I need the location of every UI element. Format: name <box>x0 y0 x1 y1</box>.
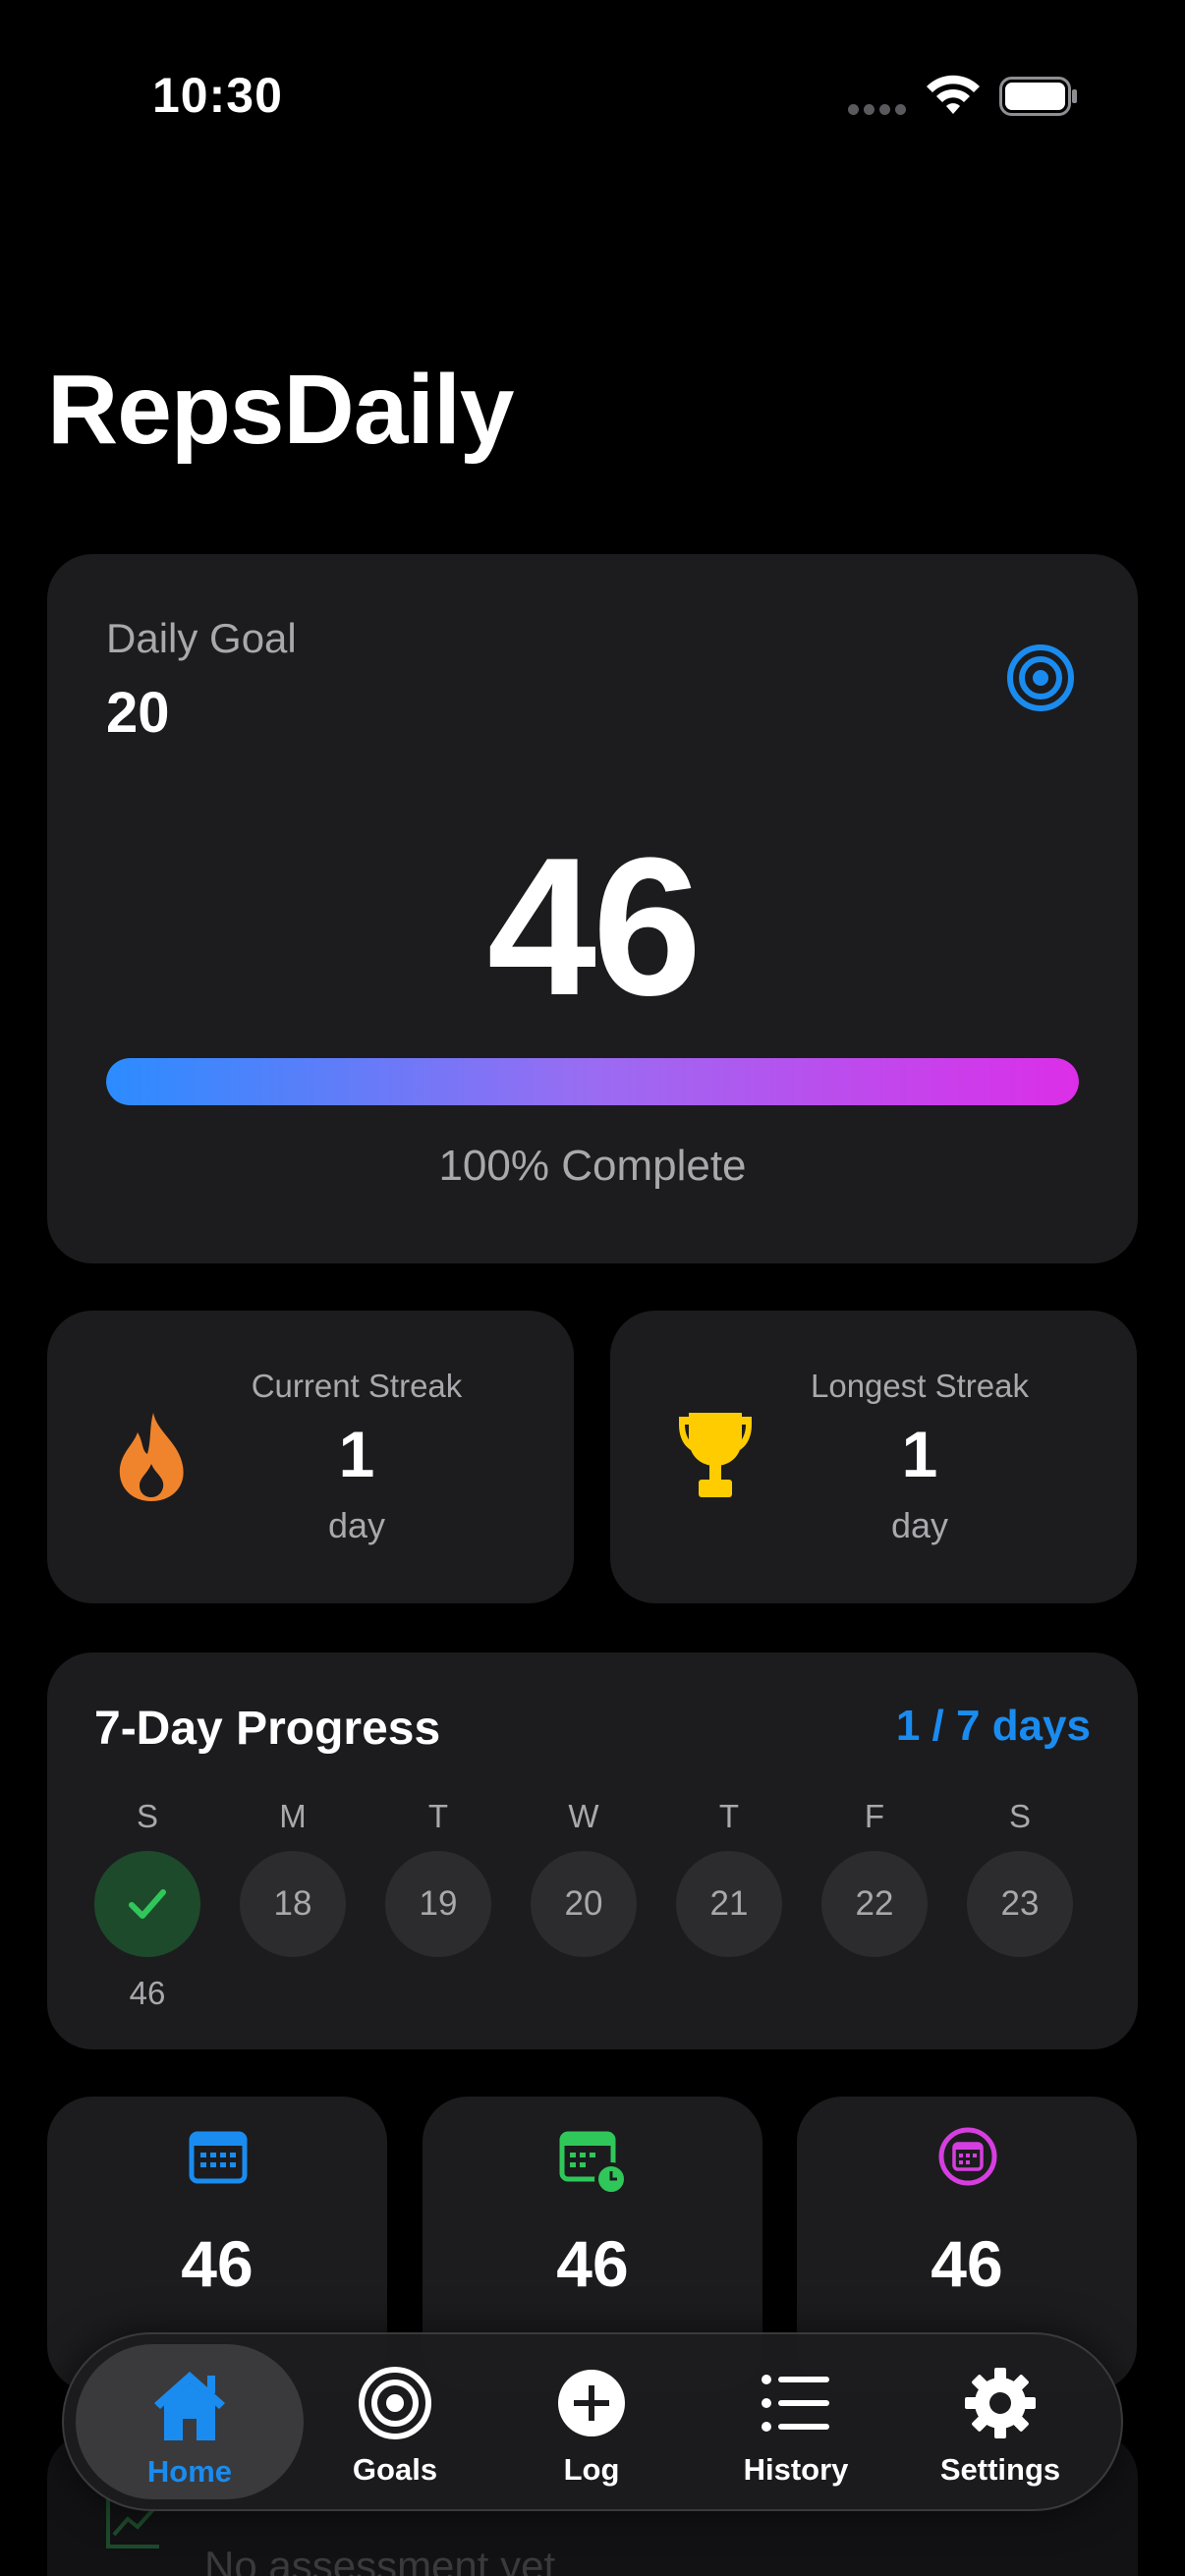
day-letter: M <box>279 1798 307 1834</box>
day-letter: T <box>427 1798 449 1834</box>
battery-icon <box>999 77 1077 116</box>
tab-goals[interactable]: Goals <box>297 2334 493 2509</box>
day-reps <box>239 1975 347 2014</box>
calendar-clock-icon <box>559 2131 628 2196</box>
day-letter: S <box>1008 1798 1031 1834</box>
cellular-signal-icon <box>848 104 907 116</box>
house-icon <box>154 2372 225 2440</box>
day-circle: 19 <box>385 1851 491 1957</box>
day-circle: 21 <box>676 1851 782 1957</box>
day-reps <box>675 1975 783 2014</box>
trophy-icon <box>679 1413 752 1497</box>
assessment-text: No assessment yet <box>204 2543 556 2576</box>
tab-history[interactable]: History <box>698 2334 894 2509</box>
day-circle: 18 <box>240 1851 346 1957</box>
calendar-circle-icon <box>938 2127 997 2186</box>
day-column[interactable]: T 19 <box>384 1798 492 2014</box>
longest-streak-value: 1 <box>901 1418 938 1490</box>
tab-home[interactable]: Home <box>76 2344 304 2499</box>
day-letter: T <box>718 1798 740 1834</box>
day-reps <box>966 1975 1074 2014</box>
current-streak-caption: Current Streak <box>251 1368 463 1404</box>
goal-progress-fill <box>106 1058 1079 1105</box>
target-icon <box>359 2367 431 2439</box>
tab-bar: Home Goals Log History Settings <box>62 2332 1123 2511</box>
calendar-icon <box>189 2131 248 2184</box>
tab-label: History <box>743 2452 849 2487</box>
rep-count: 46 <box>486 817 702 1036</box>
seven-day-summary: 1 / 7 days <box>895 1702 1091 1750</box>
current-streak-card: Current Streak 1 day <box>47 1311 574 1603</box>
day-circle: 20 <box>531 1851 637 1957</box>
day-column[interactable]: W 20 <box>530 1798 638 2014</box>
day-reps: 46 <box>129 1975 166 2011</box>
day-column[interactable]: S 46 <box>93 1798 201 2014</box>
day-column[interactable]: S 23 <box>966 1798 1074 2014</box>
tab-log[interactable]: Log <box>493 2334 690 2509</box>
day-letter: S <box>136 1798 158 1834</box>
day-letter: W <box>568 1798 599 1834</box>
day-circle: 22 <box>821 1851 928 1957</box>
stat-value: 46 <box>181 2227 254 2300</box>
seven-day-title: 7-Day Progress <box>94 1703 441 1755</box>
day-column[interactable]: T 21 <box>675 1798 783 2014</box>
tab-label: Home <box>146 2454 233 2489</box>
seven-day-progress-card: 7-Day Progress 1 / 7 days S 46 M 18 T 19… <box>47 1652 1138 2049</box>
day-reps <box>820 1975 929 2014</box>
flame-icon <box>119 1413 184 1501</box>
progress-label: 100% Complete <box>438 1142 747 1190</box>
day-reps <box>384 1975 492 2014</box>
longest-streak-unit: day <box>890 1505 949 1545</box>
day-circle-completed <box>94 1851 200 1957</box>
current-streak-unit: day <box>327 1505 386 1545</box>
wifi-icon <box>927 75 980 114</box>
day-circle: 23 <box>967 1851 1073 1957</box>
current-streak-value: 1 <box>338 1418 375 1490</box>
tab-settings[interactable]: Settings <box>902 2334 1099 2509</box>
target-icon[interactable] <box>1005 643 1076 713</box>
stat-value: 46 <box>556 2227 629 2300</box>
stat-value: 46 <box>931 2227 1003 2300</box>
list-icon <box>762 2375 829 2432</box>
checkmark-icon <box>129 1889 166 1919</box>
status-time: 10:30 <box>152 68 283 123</box>
longest-streak-caption: Longest Streak <box>811 1368 1029 1404</box>
day-column[interactable]: F 22 <box>820 1798 929 2014</box>
tab-label: Goals <box>352 2452 438 2487</box>
day-letter: F <box>864 1798 885 1834</box>
goal-progress-bar <box>106 1058 1079 1105</box>
day-column[interactable]: M 18 <box>239 1798 347 2014</box>
daily-goal-card: Daily Goal 20 46 100% Complete <box>47 554 1138 1263</box>
tab-label: Log <box>563 2452 620 2487</box>
app-title: RepsDaily <box>47 355 515 465</box>
longest-streak-card: Longest Streak 1 day <box>610 1311 1137 1603</box>
daily-goal-value: 20 <box>106 681 170 745</box>
gear-icon <box>965 2368 1036 2438</box>
tab-label: Settings <box>939 2452 1061 2487</box>
day-reps <box>530 1975 638 2014</box>
plus-circle-icon <box>558 2370 625 2436</box>
daily-goal-label: Daily Goal <box>106 615 297 661</box>
